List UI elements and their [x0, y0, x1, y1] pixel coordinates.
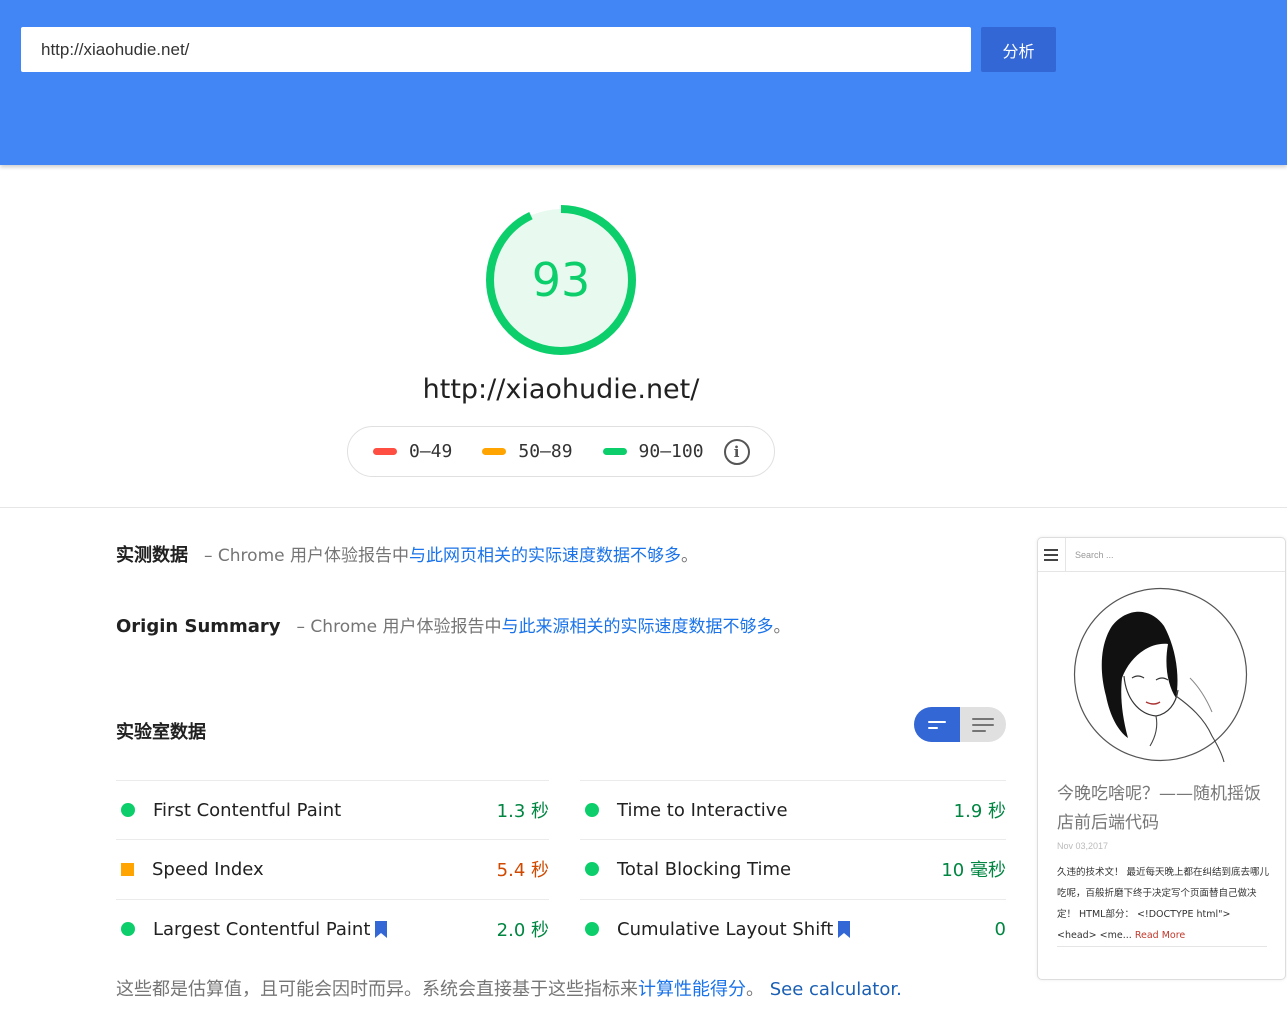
- field-data-desc-prefix: – Chrome 用户体验报告中: [204, 546, 409, 566]
- metric-name: Speed Index: [152, 858, 264, 880]
- metrics-footnote: 这些都是估算值，且可能会因时而异。系统会直接基于这些指标来计算性能得分。 See…: [116, 975, 902, 1001]
- view-list-icon[interactable]: [960, 707, 1006, 742]
- metric-name: Time to Interactive: [617, 799, 788, 821]
- top-bar: [0, 0, 1287, 165]
- metric-value: 1.3 秒: [496, 801, 549, 822]
- metric-first-contentful-paint: First Contentful Paint 1.3 秒: [116, 780, 549, 839]
- footnote-middle: 。: [746, 979, 764, 1000]
- metric-speed-index: Speed Index 5.4 秒: [116, 839, 549, 898]
- legend-fail-label: 0–49: [409, 441, 453, 462]
- hamburger-icon: [1038, 538, 1065, 572]
- legend-average-label: 50–89: [518, 441, 573, 462]
- field-data-title: 实测数据: [116, 545, 188, 566]
- section-divider: [0, 507, 1287, 508]
- legend-item-average: 50–89: [482, 441, 573, 462]
- screenshot-search: Search ...: [1065, 538, 1285, 572]
- average-square-icon: [121, 862, 134, 876]
- metric-cumulative-layout-shift: Cumulative Layout Shift 0: [580, 899, 1006, 958]
- origin-summary-link[interactable]: 与此来源相关的实际速度数据不够多: [502, 617, 774, 637]
- pass-circle-icon: [121, 922, 135, 936]
- legend-fail-bar: [373, 448, 397, 455]
- metric-value: 5.4 秒: [496, 860, 549, 881]
- screenshot-header: Search ...: [1038, 538, 1285, 572]
- metric-name: Cumulative Layout Shift: [617, 919, 995, 940]
- metric-value: 2.0 秒: [496, 920, 549, 941]
- screenshot-post-title: 今晚吃啥呢？——随机摇饭店前后端代码: [1057, 784, 1261, 833]
- score-calculation-link[interactable]: 计算性能得分: [638, 979, 746, 1000]
- screenshot-post-date: Nov 03,2017: [1057, 841, 1109, 851]
- metric-name: Largest Contentful Paint: [153, 919, 497, 940]
- metric-largest-contentful-paint: Largest Contentful Paint 2.0 秒: [116, 899, 549, 958]
- origin-summary-desc-prefix: – Chrome 用户体验报告中: [296, 617, 502, 637]
- pass-circle-icon: [585, 862, 599, 876]
- metric-value: 10 毫秒: [941, 860, 1006, 881]
- score-gauge: 93: [485, 204, 637, 356]
- url-input[interactable]: [21, 27, 971, 72]
- screenshot-post-excerpt: 久违的技术文！ 最近每天晚上都在纠结到底去哪儿吃呢，百般折磨下终于决定写个页面替…: [1057, 862, 1272, 946]
- score-legend: 0–49 50–89 90–100 i: [347, 426, 775, 477]
- metric-name: Total Blocking Time: [617, 858, 792, 880]
- see-calculator-link[interactable]: See calculator.: [770, 979, 902, 1000]
- page-screenshot[interactable]: Search ... 今晚吃啥呢？——随机摇饭店前后端代码 Nov 03,201…: [1037, 537, 1286, 980]
- field-data-desc-suffix: 。: [681, 546, 698, 566]
- legend-item-fail: 0–49: [373, 441, 452, 462]
- view-summary-icon[interactable]: [914, 707, 960, 742]
- analyze-button[interactable]: 分析: [981, 27, 1056, 72]
- metrics-view-toggle[interactable]: [914, 707, 1006, 742]
- legend-pass-label: 90–100: [638, 441, 704, 462]
- origin-summary-section: Origin Summary – Chrome 用户体验报告中与此来源相关的实际…: [116, 612, 791, 637]
- legend-item-pass: 90–100: [602, 441, 704, 462]
- origin-summary-desc: – Chrome 用户体验报告中与此来源相关的实际速度数据不够多。: [297, 612, 791, 637]
- metric-value: 1.9 秒: [953, 801, 1006, 822]
- metric-total-blocking-time: Total Blocking Time 10 毫秒: [580, 839, 1006, 898]
- metric-name: First Contentful Paint: [153, 799, 342, 821]
- legend-average-bar: [482, 448, 507, 455]
- pass-circle-icon: [121, 803, 135, 817]
- report-url: http://xiaohudie.net/: [422, 374, 700, 405]
- info-icon[interactable]: i: [723, 438, 750, 465]
- screenshot-divider: [1057, 946, 1267, 947]
- field-data-link[interactable]: 与此网页相关的实际速度数据不够多: [409, 546, 681, 566]
- bookmark-icon: [838, 920, 851, 938]
- lab-data-title: 实验室数据: [116, 722, 206, 743]
- screenshot-read-more: Read More: [1134, 930, 1186, 941]
- legend-pass-bar: [602, 448, 627, 455]
- field-data-section: 实测数据 – Chrome 用户体验报告中与此网页相关的实际速度数据不够多。: [116, 541, 698, 567]
- metric-value: 0: [994, 918, 1006, 940]
- origin-summary-title: Origin Summary: [116, 616, 281, 637]
- performance-score: 93: [531, 253, 591, 307]
- field-data-desc: – Chrome 用户体验报告中与此网页相关的实际速度数据不够多。: [204, 541, 698, 566]
- origin-summary-desc-suffix: 。: [773, 617, 791, 637]
- avatar-illustration: [1073, 587, 1248, 763]
- metric-time-to-interactive: Time to Interactive 1.9 秒: [580, 780, 1006, 839]
- pass-circle-icon: [585, 803, 599, 817]
- pass-circle-icon: [585, 922, 599, 936]
- bookmark-icon: [375, 920, 388, 938]
- footnote-prefix: 这些都是估算值，且可能会因时而异。系统会直接基于这些指标来: [116, 979, 638, 1000]
